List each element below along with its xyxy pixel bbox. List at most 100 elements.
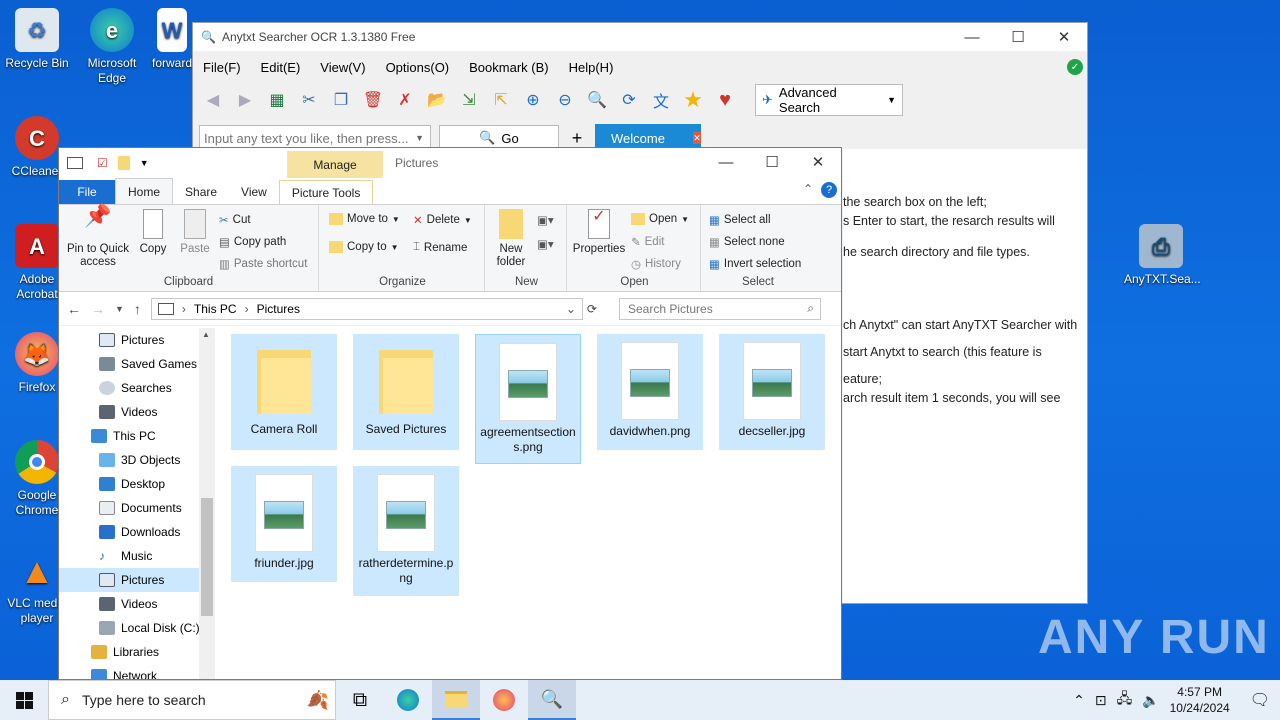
menu-file[interactable]: File(F) <box>203 60 241 75</box>
copy-path-button[interactable]: ▤ Copy path <box>219 235 286 249</box>
tab-picture-tools[interactable]: Picture Tools <box>278 180 374 204</box>
menu-view[interactable]: View(V) <box>320 60 365 75</box>
nav-scrollbar-thumb[interactable] <box>201 498 213 616</box>
file-item-friunder[interactable]: friunder.jpg <box>231 466 337 582</box>
back-arrow-icon[interactable]: ← <box>67 301 81 317</box>
address-dropdown-icon[interactable]: ⌄ <box>566 302 576 316</box>
refresh-icon[interactable]: ⟳ <box>587 302 597 316</box>
new-folder-button[interactable]: New folder <box>489 209 533 269</box>
copy-icon[interactable]: ❐ <box>329 88 353 112</box>
file-item-davidwhen[interactable]: davidwhen.png <box>597 334 703 450</box>
clear-icon[interactable]: ✗ <box>393 88 417 112</box>
desktop-icon-forward[interactable]: W forward <box>150 8 194 71</box>
forward-arrow-icon[interactable]: → <box>91 301 105 317</box>
nav-item-pictures-selected[interactable]: Pictures <box>59 568 215 592</box>
desktop-icon-recycle-bin[interactable]: ♻ Recycle Bin <box>0 8 74 71</box>
back-icon[interactable]: ◀ <box>201 88 225 112</box>
heart-icon[interactable]: ♥ <box>713 88 737 112</box>
excel-export-icon[interactable]: ▦ <box>265 88 289 112</box>
nav-item-documents[interactable]: Documents <box>59 496 215 520</box>
nav-item-downloads[interactable]: Downloads <box>59 520 215 544</box>
menu-bookmark[interactable]: Bookmark (B) <box>469 60 548 75</box>
paste-button[interactable]: Paste <box>175 209 215 256</box>
nav-scrollbar[interactable]: ▲ <box>199 328 215 679</box>
paste-shortcut-button[interactable]: ▥ Paste shortcut <box>219 257 307 271</box>
file-item-decseller[interactable]: decseller.jpg <box>719 334 825 450</box>
nav-item-libraries[interactable]: Libraries <box>59 640 215 664</box>
show-hidden-icons-icon[interactable]: ⌃ <box>1073 692 1085 709</box>
up-arrow-icon[interactable]: ↑ <box>134 301 141 317</box>
volume-icon[interactable]: 🔈 <box>1142 692 1159 709</box>
cut-icon[interactable]: ✂ <box>297 88 321 112</box>
file-item-agreementsections[interactable]: agreementsections.png <box>475 334 581 464</box>
minimize-button[interactable]: — <box>703 148 749 176</box>
add-tab-button[interactable]: + <box>567 128 587 149</box>
desktop-icon-edge[interactable]: e Microsoft Edge <box>75 8 149 86</box>
menu-help[interactable]: Help(H) <box>569 60 614 75</box>
recent-locations-icon[interactable]: ▼ <box>115 304 124 314</box>
desktop-icon-anytxt-setup[interactable]: ⎙ AnyTXT.Sea... <box>1124 224 1201 287</box>
maximize-button[interactable]: ☐ <box>995 23 1041 51</box>
close-tab-icon[interactable]: ✕ <box>692 132 701 144</box>
taskbar-anytxt[interactable]: 🔍 <box>528 680 576 720</box>
nav-item-desktop[interactable]: Desktop <box>59 472 215 496</box>
delete-icon[interactable]: 🗑 <box>361 88 385 112</box>
rename-button[interactable]: ⌶ Rename <box>413 241 467 254</box>
open-button[interactable]: Open ▼ <box>631 213 689 225</box>
nav-item-searches[interactable]: Searches <box>59 376 215 400</box>
edit-button[interactable]: ✎ Edit <box>631 235 664 249</box>
move-to-button[interactable]: Move to ▼ <box>329 213 400 225</box>
select-all-button[interactable]: ▦ Select all <box>709 213 771 227</box>
nav-item-pictures[interactable]: Pictures <box>59 328 215 352</box>
task-view-button[interactable]: ⧉ <box>336 680 384 720</box>
tab-share[interactable]: Share <box>173 180 229 204</box>
search-pictures-input[interactable]: Search Pictures ⌕ <box>618 297 821 320</box>
nav-item-local-disk[interactable]: Local Disk (C:) <box>59 616 215 640</box>
select-none-button[interactable]: ▦ Select none <box>709 235 785 249</box>
copy-to-button[interactable]: Copy to ▼ <box>329 241 399 253</box>
tab-view[interactable]: View <box>229 180 279 204</box>
manage-tab[interactable]: Manage <box>287 151 383 178</box>
scroll-up-icon[interactable]: ▲ <box>202 330 210 339</box>
nav-item-3d-objects[interactable]: 3D Objects <box>59 448 215 472</box>
address-bar[interactable]: › This PC › Pictures ⌄ <box>150 297 583 320</box>
nav-item-this-pc[interactable]: This PC <box>59 424 215 448</box>
import-icon[interactable]: ⇲ <box>457 88 481 112</box>
collapse-ribbon-icon[interactable]: ⌃ <box>803 182 813 196</box>
nav-item-music[interactable]: ♪ Music <box>59 544 215 568</box>
nav-item-videos[interactable]: Videos <box>59 400 215 424</box>
file-item-camera-roll[interactable]: Camera Roll <box>231 334 337 450</box>
forward-icon[interactable]: ▶ <box>233 88 257 112</box>
history-button[interactable]: ◷ History <box>631 257 681 271</box>
close-button[interactable]: ✕ <box>1041 23 1087 51</box>
menu-edit[interactable]: Edit(E) <box>261 60 301 75</box>
taskbar-firefox[interactable] <box>480 680 528 720</box>
breadcrumb-this-pc[interactable]: This PC <box>194 302 237 316</box>
zoom-in-icon[interactable]: ⊕ <box>521 88 545 112</box>
clock[interactable]: 4:57 PM 10/24/2024 <box>1170 684 1230 716</box>
file-item-saved-pictures[interactable]: Saved Pictures <box>353 334 459 450</box>
advanced-search-button[interactable]: ✈ Advanced Search ▼ <box>755 84 903 116</box>
taskbar-edge[interactable] <box>384 680 432 720</box>
wired-network-icon[interactable]: 🖧 <box>1117 688 1133 712</box>
pin-to-quick-access-button[interactable]: 📌 Pin to Quick access <box>63 205 133 269</box>
refresh-icon[interactable]: ⟳ <box>617 88 641 112</box>
maximize-button[interactable]: ☐ <box>749 148 795 176</box>
menu-options[interactable]: Options(O) <box>386 60 450 75</box>
file-item-ratherdetermine[interactable]: ratherdetermine.png <box>353 466 459 596</box>
nav-item-network[interactable]: Network <box>59 664 215 679</box>
new-folder-qat-icon[interactable] <box>117 156 130 170</box>
nav-item-saved-games[interactable]: Saved Games <box>59 352 215 376</box>
tab-home[interactable]: Home <box>115 178 174 204</box>
taskbar-file-explorer[interactable] <box>432 680 480 720</box>
star-icon[interactable]: ★ <box>681 87 705 112</box>
easy-access-icon[interactable]: ▣▾ <box>537 237 554 251</box>
new-item-icon[interactable]: ▣▾ <box>537 213 554 227</box>
taskbar-search[interactable]: ⌕ Type here to search 🍂 <box>48 680 336 720</box>
start-button[interactable] <box>0 680 48 720</box>
delete-button[interactable]: ✕ Delete ▼ <box>413 213 472 227</box>
find-icon[interactable]: 🔍 <box>585 88 609 112</box>
copy-button[interactable]: Copy <box>133 209 173 256</box>
breadcrumb-pictures[interactable]: Pictures <box>257 302 300 316</box>
network-status-icon[interactable]: ⊡ <box>1095 692 1107 709</box>
